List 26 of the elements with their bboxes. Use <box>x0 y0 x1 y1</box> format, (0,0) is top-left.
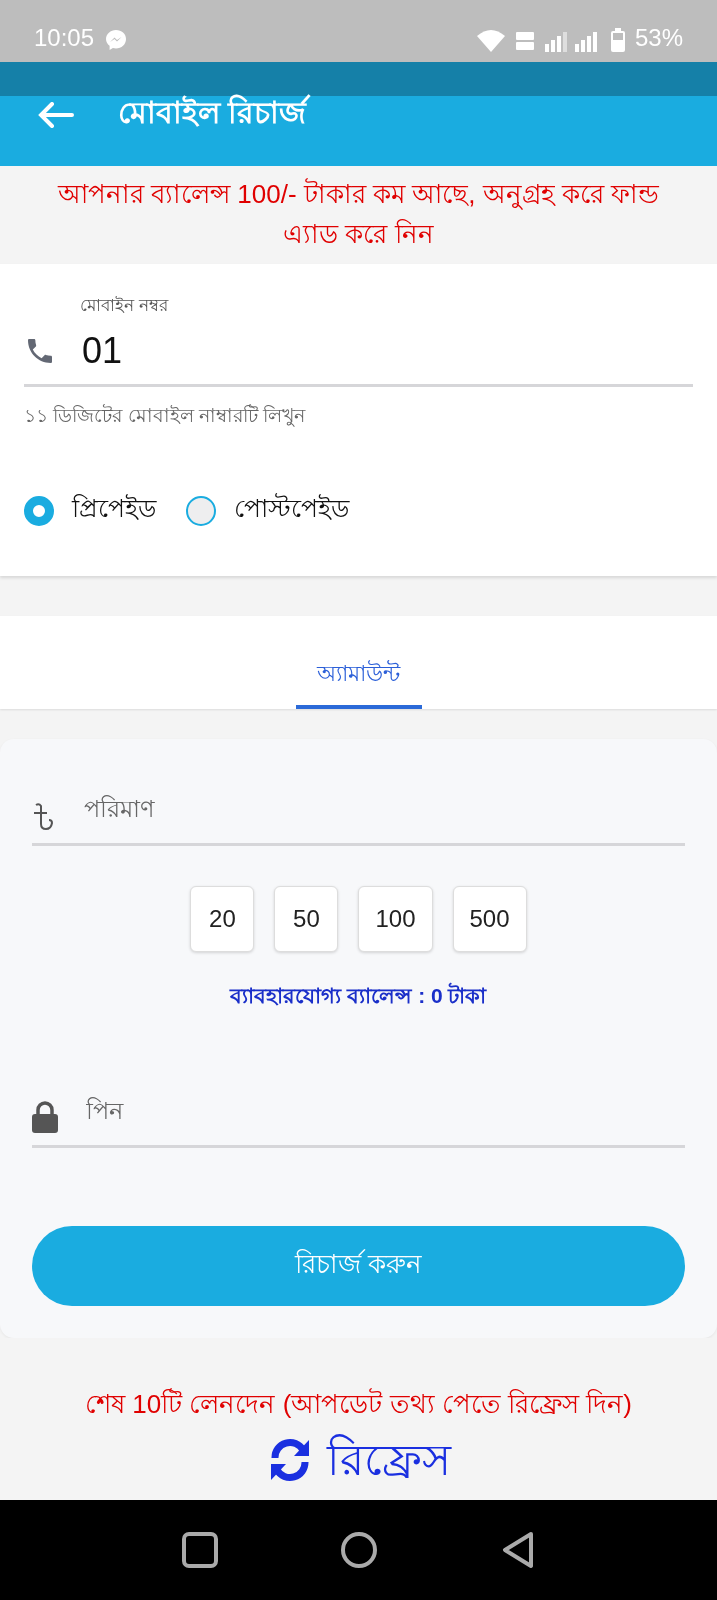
battery-icon <box>610 28 625 52</box>
plan-radio-option[interactable]: পোস্টপেইড <box>186 489 349 532</box>
amount-tab[interactable]: অ্যামাউন্ট <box>295 616 422 709</box>
battery-percent: 53% <box>634 24 683 52</box>
home-icon[interactable] <box>341 1532 378 1568</box>
clock-time: 10:05 <box>34 24 95 52</box>
helper-text: ১১ ডিজিটের মোবাইল নাম্বারটি লিখুন <box>24 403 307 429</box>
field-label: মোবাইন নম্বর <box>80 295 170 317</box>
plan-radio-option[interactable]: প্রিপেইড <box>24 489 156 532</box>
quick-amount-button[interactable]: 500 <box>452 886 527 952</box>
back-icon[interactable] <box>501 1531 536 1569</box>
lock-icon <box>32 1101 58 1133</box>
quick-amount-button[interactable]: 20 <box>190 886 255 952</box>
amount-input[interactable]: পরিমাণ <box>84 787 685 831</box>
usable-balance-text: ব্যাবহারযোগ্য ব্যালেন্স : 0 টাকা <box>228 981 488 1009</box>
refresh-link[interactable]: রিফ্রেস <box>266 1434 451 1486</box>
quick-amount-button[interactable]: 50 <box>274 886 339 952</box>
taka-icon <box>32 801 56 831</box>
pin-input[interactable]: পিন <box>86 1089 685 1133</box>
chat-bubble-icon <box>104 28 129 52</box>
transactions-note: শেষ 10টি লেনদেন (আপডেট তথ্য পেতে রিফ্রেস দিন) <box>84 1387 633 1421</box>
mobile-number-input[interactable]: 01 <box>82 330 582 372</box>
quick-amount-button[interactable]: 100 <box>358 886 433 952</box>
wifi-icon <box>476 30 505 52</box>
back-arrow-icon[interactable] <box>38 102 74 128</box>
recents-icon[interactable] <box>181 1532 218 1568</box>
